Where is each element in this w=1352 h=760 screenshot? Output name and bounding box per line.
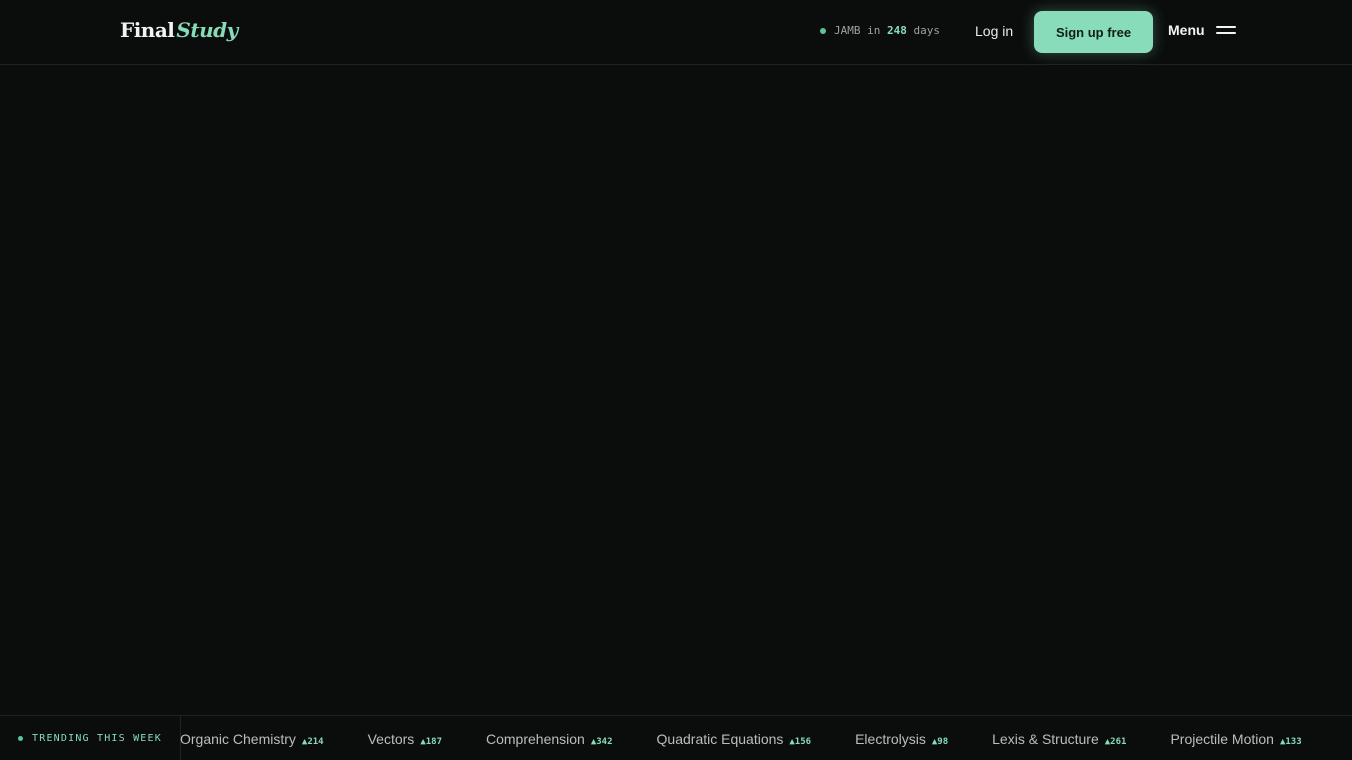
ticker-count: ▲342 [590,736,613,747]
ticker-topic: Lexis & Structure [992,730,1099,747]
ticker-topic: Projectile Motion [1170,730,1274,747]
ticker-count: ▲156 [789,736,812,747]
menu-label: Menu [1168,22,1205,38]
ticker-item[interactable]: Comprehension ▲342 [486,731,613,747]
countdown-prefix: JAMB in [834,24,881,37]
ticker-count: ▲187 [420,736,442,747]
trending-ticker: TRENDING THIS WEEK Organic Chemistry ▲21… [0,715,1352,760]
exam-countdown: JAMB in 248 days [820,24,940,37]
ticker-item[interactable]: Organic Chemistry ▲214 [180,731,324,747]
hamburger-icon [1215,24,1236,36]
ticker-item[interactable]: Projectile Motion ▲133 [1170,731,1301,747]
live-dot-icon [18,736,23,741]
signup-button[interactable]: Sign up free [1034,11,1153,53]
countdown-days: 248 [886,24,907,37]
main-content [0,65,1352,715]
status-dot-icon [820,27,826,34]
logo-main: Final [120,18,175,42]
ticker-count: ▲133 [1279,736,1302,747]
ticker-item[interactable]: Electrolysis ▲98 [855,731,948,747]
ticker-item[interactable]: Quadratic Equations ▲156 [657,731,812,747]
login-link[interactable]: Log in [975,23,1013,39]
countdown-suffix: days [913,24,940,37]
ticker-topic: Comprehension [486,730,585,747]
ticker-count: ▲98 [931,736,949,747]
ticker-topic: Electrolysis [855,730,926,747]
ticker-count: ▲261 [1104,736,1127,747]
ticker-topic: Vectors [367,730,415,747]
ticker-item[interactable]: Lexis & Structure ▲261 [992,731,1126,747]
logo[interactable]: Final Study [120,18,238,42]
ticker-item[interactable]: Vectors ▲187 [368,731,442,747]
ticker-topic: Quadratic Equations [656,730,784,747]
ticker-topic: Organic Chemistry [180,730,296,747]
ticker-count: ▲214 [301,736,324,747]
logo-accent: Study [176,18,238,42]
ticker-label-text: TRENDING THIS WEEK [32,733,162,744]
ticker-items: Organic Chemistry ▲214 Vectors ▲187 Comp… [180,716,1346,760]
ticker-label: TRENDING THIS WEEK [0,716,181,760]
menu-button[interactable]: Menu [1168,22,1236,38]
site-header: Final Study JAMB in 248 days Log in Sign … [0,0,1352,65]
